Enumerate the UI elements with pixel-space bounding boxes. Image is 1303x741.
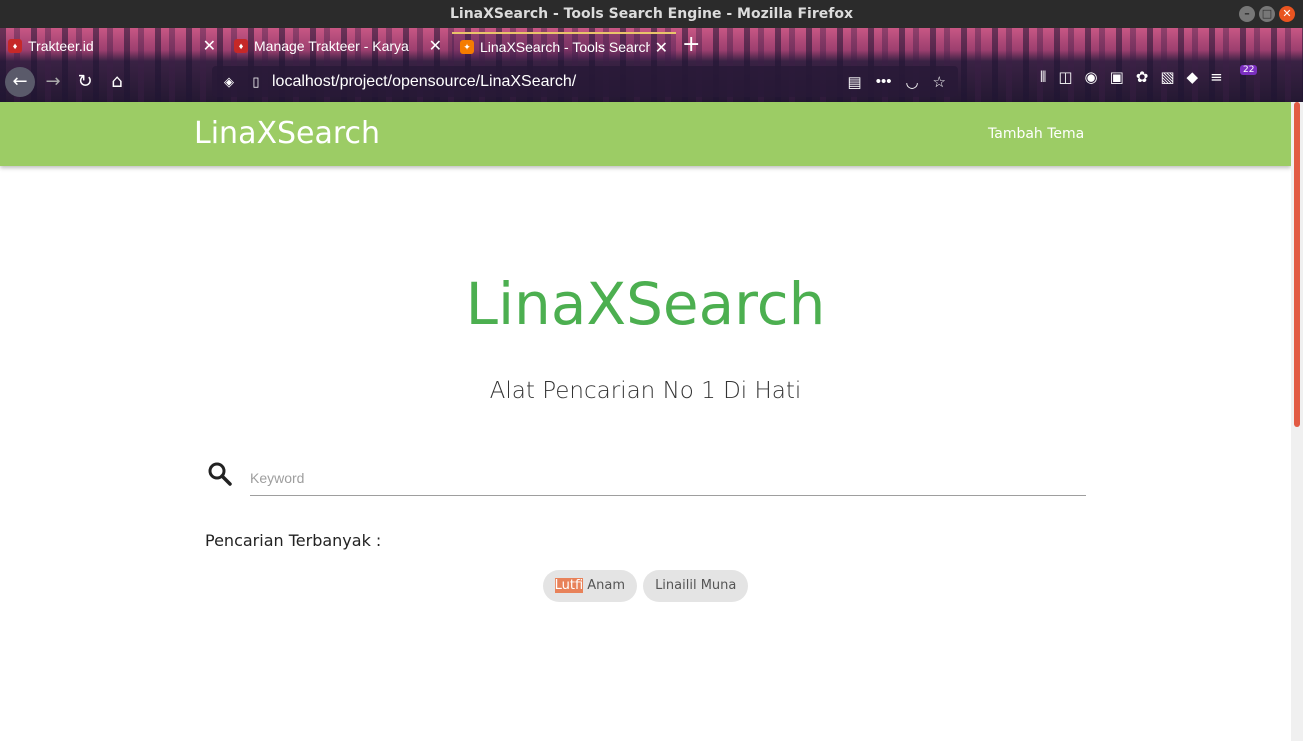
trakteer-icon: ♦ (234, 39, 248, 53)
reader-view-icon[interactable]: ▤ (848, 73, 862, 91)
forward-button[interactable]: → (38, 67, 68, 97)
tab-label: Trakteer.id (28, 38, 94, 54)
tab-label: Manage Trakteer - Karya (254, 38, 409, 54)
scrollbar-thumb[interactable] (1294, 102, 1300, 427)
close-window-button[interactable]: ✕ (1279, 6, 1295, 22)
window-controls: – □ ✕ (1239, 6, 1295, 22)
window-title: LinaXSearch - Tools Search Engine - Mozi… (450, 6, 853, 22)
new-tab-button[interactable]: + (682, 32, 700, 57)
close-tab-icon[interactable]: ✕ (429, 36, 442, 56)
pocket-icon[interactable]: ◡ (905, 73, 918, 91)
tab-strip: ♦ Trakteer.id ✕ ♦ Manage Trakteer - Kary… (0, 28, 1303, 61)
url-text[interactable]: localhost/project/opensource/LinaXSearch… (272, 73, 576, 91)
bookmark-star-icon[interactable]: ☆ (933, 73, 946, 91)
account-icon[interactable]: ◉ (1085, 68, 1098, 86)
sidebar-icon[interactable]: ◫ (1058, 68, 1072, 86)
reload-button[interactable]: ↻ (70, 67, 100, 97)
page-content: LinaXSearch Tambah Tema LinaXSearch Alat… (0, 102, 1291, 741)
translate-icon[interactable]: ▧ (1160, 68, 1174, 86)
window-titlebar: LinaXSearch - Tools Search Engine - Mozi… (0, 0, 1303, 28)
toolbar-icons: ⫴ ◫ ◉ ▣ ✿ ▧ ◆ ≡ (1040, 68, 1223, 86)
tab-label: LinaXSearch - Tools Search (480, 39, 650, 55)
url-bar-actions: ▤ ••• ◡ ☆ (848, 73, 947, 91)
tab-linaxsearch[interactable]: ✦ LinaXSearch - Tools Search ✕ (452, 32, 676, 60)
extension-badge-icon[interactable]: ◆ (1187, 68, 1199, 86)
extension-icon[interactable]: ▣ (1110, 68, 1124, 86)
navigation-toolbar: ← → ↻ ⌂ ◈ ▯ localhost/project/opensource… (0, 65, 1303, 98)
tambah-tema-link[interactable]: Tambah Tema (988, 126, 1084, 142)
popular-searches-label: Pencarian Terbanyak : (205, 531, 382, 550)
hero-subtitle: Alat Pencarian No 1 Di Hati (489, 378, 802, 404)
library-icon[interactable]: ⫴ (1040, 68, 1046, 86)
chip-lutfi-anam[interactable]: Lutfi Anam (542, 570, 638, 602)
chip-text: Anam (583, 578, 626, 593)
tab-trakteer[interactable]: ♦ Trakteer.id ✕ (0, 32, 224, 60)
url-bar[interactable]: ◈ ▯ localhost/project/opensource/LinaXSe… (212, 66, 958, 97)
home-button[interactable]: ⌂ (102, 67, 132, 97)
chip-highlight: Lutfi (554, 578, 584, 593)
maximize-button[interactable]: □ (1259, 6, 1275, 22)
browser-chrome: ♦ Trakteer.id ✕ ♦ Manage Trakteer - Kary… (0, 28, 1303, 102)
chip-text: Linailil Muna (655, 578, 737, 593)
search-input[interactable] (250, 460, 1086, 496)
close-tab-icon[interactable]: ✕ (203, 36, 216, 56)
hero-title: LinaXSearch (465, 270, 826, 338)
app-navbar: LinaXSearch Tambah Tema (0, 102, 1291, 166)
page-scrollbar[interactable] (1291, 102, 1303, 741)
cookie-extension-icon[interactable]: ✿ (1136, 68, 1149, 86)
page-actions-icon[interactable]: ••• (876, 73, 892, 91)
close-tab-icon[interactable]: ✕ (655, 38, 668, 58)
trakteer-icon: ♦ (8, 39, 22, 53)
back-button[interactable]: ← (5, 67, 35, 97)
page-info-icon[interactable]: ▯ (248, 74, 264, 90)
xampp-icon: ✦ (460, 40, 474, 54)
brand-logo[interactable]: LinaXSearch (194, 116, 380, 151)
popular-searches-chips: Lutfi Anam Linailil Muna (0, 570, 1291, 602)
minimize-button[interactable]: – (1239, 6, 1255, 22)
tab-manage-trakteer[interactable]: ♦ Manage Trakteer - Karya ✕ (226, 32, 450, 60)
search-icon (208, 462, 232, 486)
shield-icon[interactable]: ◈ (220, 74, 238, 90)
menu-icon[interactable]: ≡ (1210, 68, 1223, 86)
chip-linailil-muna[interactable]: Linailil Muna (643, 570, 749, 602)
extension-badge: 22 (1240, 65, 1258, 75)
